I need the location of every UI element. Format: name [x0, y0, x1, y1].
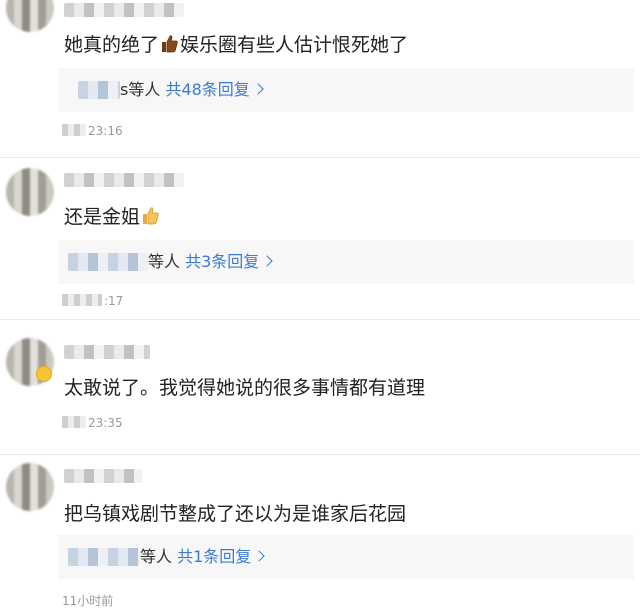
- reply-users-suffix: s等人: [120, 80, 161, 99]
- comment-text: 还是金姐: [64, 205, 161, 229]
- reply-names-blurred: [68, 548, 140, 566]
- username-blurred[interactable]: [64, 469, 142, 483]
- verified-badge-icon: [36, 366, 52, 382]
- chevron-right-icon: [252, 83, 264, 95]
- avatar[interactable]: [6, 168, 54, 216]
- reply-names-blurred: [78, 81, 120, 99]
- reply-summary[interactable]: s等人 共48条回复: [58, 68, 634, 112]
- reply-names-blurred: [68, 253, 148, 271]
- thumbs-up-emoji: [143, 207, 159, 225]
- avatar[interactable]: [6, 463, 54, 511]
- time-prefix-blurred: [62, 124, 86, 136]
- thumbs-up-emoji: [162, 35, 178, 53]
- comment-3: 太敢说了。我觉得她说的很多事情都有道理 23:35: [0, 320, 640, 455]
- timestamp: 23:35: [62, 416, 123, 430]
- chevron-right-icon: [253, 550, 265, 562]
- timestamp: :17: [62, 294, 123, 308]
- time-prefix-blurred: [62, 294, 102, 306]
- comment-2: 还是金姐 等人 共3条回复 :17: [0, 158, 640, 320]
- timestamp: 23:16: [62, 124, 123, 138]
- username-blurred[interactable]: [64, 345, 150, 359]
- comment-1: 她真的绝了 娱乐圈有些人估计恨死她了 s等人 共48条回复 23:16: [0, 0, 640, 158]
- reply-summary[interactable]: 等人 共1条回复: [58, 535, 634, 579]
- username-blurred[interactable]: [64, 173, 184, 187]
- reply-count-link[interactable]: 共1条回复: [177, 547, 265, 566]
- comment-text: 把乌镇戏剧节整成了还以为是谁家后花园: [64, 503, 407, 525]
- comment-text: 她真的绝了 娱乐圈有些人估计恨死她了: [64, 34, 409, 56]
- username-blurred[interactable]: [64, 3, 184, 17]
- time-prefix-blurred: [62, 416, 86, 428]
- avatar[interactable]: [6, 0, 54, 32]
- reply-users-suffix: 等人: [148, 252, 181, 271]
- timestamp: 11小时前: [62, 594, 114, 608]
- reply-count-link[interactable]: 共48条回复: [165, 80, 264, 99]
- comment-4: 把乌镇戏剧节整成了还以为是谁家后花园 等人 共1条回复 11小时前: [0, 455, 640, 613]
- reply-users-suffix: 等人: [140, 547, 173, 566]
- reply-count-link[interactable]: 共3条回复: [185, 252, 273, 271]
- chevron-right-icon: [261, 255, 273, 267]
- reply-summary[interactable]: 等人 共3条回复: [58, 240, 634, 284]
- comment-text: 太敢说了。我觉得她说的很多事情都有道理: [64, 377, 426, 399]
